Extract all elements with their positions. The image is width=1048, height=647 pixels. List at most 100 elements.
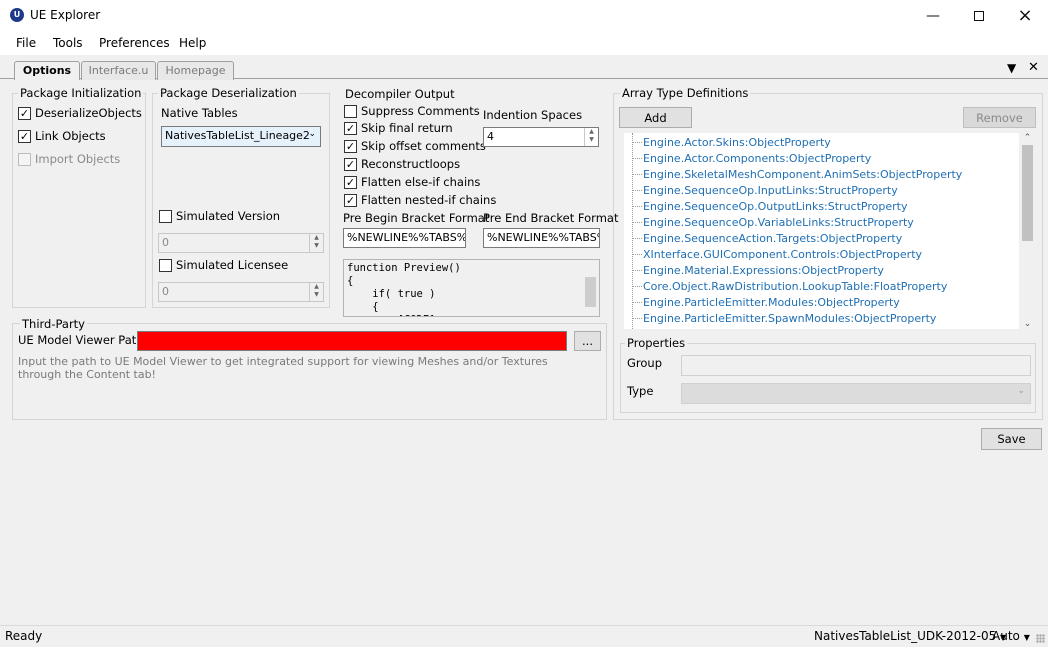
- add-button[interactable]: Add: [619, 107, 692, 128]
- group-input[interactable]: [681, 355, 1031, 376]
- array-defs-tree[interactable]: Engine.Actor.Skins:ObjectProperty Engine.…: [624, 133, 1036, 329]
- chevron-down-icon: ⌄: [308, 129, 316, 139]
- simulated-version-input[interactable]: 0 ▲ ▼: [158, 233, 324, 253]
- close-window-button[interactable]: ×: [1002, 0, 1048, 31]
- import-objects-checkbox[interactable]: [18, 153, 31, 166]
- tree-item[interactable]: Engine.SkeletalMeshComponent.AnimSets:Ob…: [632, 168, 962, 181]
- simulated-licensee-label: Simulated Licensee: [176, 258, 289, 272]
- scroll-up-icon[interactable]: ⌃: [1019, 133, 1036, 143]
- tree-item[interactable]: Engine.ParticleEmitter.Modules:ObjectPro…: [632, 296, 900, 309]
- model-viewer-path-input[interactable]: [137, 331, 567, 351]
- decompiler-legend: Decompiler Output: [343, 87, 457, 101]
- decompiler-option-checkbox[interactable]: [344, 105, 357, 118]
- preview-line: {: [347, 275, 354, 287]
- decompiler-option-checkbox[interactable]: ✓: [344, 140, 357, 153]
- decompiler-option-checkbox[interactable]: ✓: [344, 176, 357, 189]
- decompiler-option-checkbox[interactable]: ✓: [344, 194, 357, 207]
- browse-button[interactable]: ...: [574, 331, 601, 351]
- tree-item-label: Core.Object.RawDistribution.LookupTable:…: [643, 280, 948, 293]
- tree-connector: [632, 158, 642, 159]
- preview-line: [CODE]: [347, 314, 596, 316]
- scroll-down-icon[interactable]: ⌄: [1019, 319, 1036, 329]
- menu-file[interactable]: File: [16, 36, 36, 50]
- spin-arrows-icon[interactable]: ▲ ▼: [309, 234, 323, 252]
- tree-item-label: Engine.Actor.Components:ObjectProperty: [643, 152, 872, 165]
- indention-label: Indention Spaces: [483, 108, 583, 122]
- status-text: Ready: [5, 629, 43, 643]
- remove-button[interactable]: Remove: [963, 107, 1036, 128]
- native-table-status: NativesTableList_UDK-2012-05: [814, 629, 997, 643]
- tree-item[interactable]: Engine.SequenceOp.VariableLinks:StructPr…: [632, 216, 914, 229]
- tree-item[interactable]: Core.Object.RawDistribution.LookupTable:…: [632, 280, 947, 293]
- save-button[interactable]: Save: [981, 428, 1042, 450]
- app-logo-icon: U: [10, 8, 24, 22]
- decompiler-option-checkbox[interactable]: ✓: [344, 122, 357, 135]
- minimize-button[interactable]: —: [910, 0, 956, 31]
- tree-connector: [632, 254, 642, 255]
- tree-item[interactable]: XInterface.GUIComponent.Controls:ObjectP…: [632, 248, 922, 261]
- deserialize-objects-checkbox[interactable]: ✓: [18, 107, 31, 120]
- pre-begin-input[interactable]: %NEWLINE%%TABS%: [343, 228, 466, 248]
- simulated-version-checkbox[interactable]: [159, 210, 172, 223]
- type-select[interactable]: ⌄: [681, 383, 1031, 404]
- tree-connector: [632, 302, 642, 303]
- package-deser-legend: Package Deserialization: [158, 86, 299, 100]
- package-init-legend: Package Initialization: [18, 86, 144, 100]
- tab-menu-icon[interactable]: ▼: [1007, 61, 1016, 75]
- tree-item-label: Engine.SequenceOp.OutputLinks:StructProp…: [643, 200, 908, 213]
- title-bar: [0, 0, 1048, 31]
- maximize-button[interactable]: [956, 0, 1002, 31]
- tree-connector: [632, 318, 642, 319]
- tree-scrollbar[interactable]: ⌃ ⌄: [1019, 133, 1036, 329]
- tree-item[interactable]: Engine.Actor.Skins:ObjectProperty: [632, 136, 831, 149]
- package-init-group: [12, 93, 146, 308]
- model-viewer-hint: Input the path to UE Model Viewer to get…: [18, 355, 548, 381]
- tab-interface-u[interactable]: Interface.u: [81, 61, 156, 80]
- array-defs-legend: Array Type Definitions: [620, 86, 751, 100]
- resize-grip-icon[interactable]: [1036, 634, 1045, 643]
- pre-begin-label: Pre Begin Bracket Format: [343, 211, 490, 225]
- tab-options[interactable]: Options: [14, 61, 80, 80]
- tab-homepage[interactable]: Homepage: [157, 61, 234, 80]
- tree-item-label: XInterface.GUIComponent.Controls:ObjectP…: [643, 248, 923, 261]
- simulated-licensee-value: 0: [162, 285, 169, 298]
- preview-scroll-thumb[interactable]: [585, 277, 596, 307]
- window-title: UE Explorer: [30, 8, 101, 22]
- preview-line: {: [347, 301, 379, 313]
- tree-connector: [632, 142, 642, 143]
- simulated-licensee-checkbox[interactable]: [159, 259, 172, 272]
- tree-connector: [632, 174, 642, 175]
- simulated-licensee-input[interactable]: 0 ▲ ▼: [158, 282, 324, 302]
- menu-help[interactable]: Help: [179, 36, 206, 50]
- tree-item[interactable]: Engine.Actor.Components:ObjectProperty: [632, 152, 871, 165]
- tree-item[interactable]: Engine.ParticleEmitter.SpawnModules:Obje…: [632, 312, 936, 325]
- tab-close-icon[interactable]: ✕: [1028, 60, 1039, 75]
- native-table-dropdown[interactable]: NativesTableList_UDK-2012-05 ▼: [814, 629, 1006, 643]
- preview-scrollbar[interactable]: [583, 261, 598, 315]
- tree-item-label: Engine.ParticleEmitter.Modules:ObjectPro…: [643, 296, 900, 309]
- indention-value: 4: [487, 130, 494, 143]
- native-tables-value: NativesTableList_Lineage2: [165, 129, 310, 142]
- preview-line: function Preview(): [347, 262, 461, 274]
- tree-item[interactable]: Engine.Material.Expressions:ObjectProper…: [632, 264, 884, 277]
- tree-scroll-thumb[interactable]: [1022, 145, 1033, 241]
- tree-item[interactable]: Engine.SequenceOp.InputLinks:StructPrope…: [632, 184, 898, 197]
- native-tables-select[interactable]: NativesTableList_Lineage2 ⌄: [161, 126, 321, 147]
- link-objects-checkbox[interactable]: ✓: [18, 130, 31, 143]
- tree-item[interactable]: Engine.SequenceAction.Targets:ObjectProp…: [632, 232, 902, 245]
- decompiler-option-label: Reconstructloops: [361, 157, 461, 171]
- mode-dropdown[interactable]: Auto ▼: [992, 629, 1030, 643]
- menu-preferences[interactable]: Preferences: [99, 36, 170, 50]
- pre-end-label: Pre End Bracket Format: [483, 211, 619, 225]
- indention-input[interactable]: 4 ▲ ▼: [483, 127, 599, 147]
- chevron-down-icon: ⌄: [1017, 386, 1025, 396]
- tree-connector: [632, 206, 642, 207]
- mode-status: Auto: [992, 629, 1020, 643]
- pre-end-input[interactable]: %NEWLINE%%TABS%: [483, 228, 600, 248]
- spin-arrows-icon[interactable]: ▲ ▼: [309, 283, 323, 301]
- tree-item[interactable]: Engine.SequenceOp.OutputLinks:StructProp…: [632, 200, 907, 213]
- preview-textbox[interactable]: function Preview(){ if( true ) { [CODE]: [343, 259, 600, 317]
- decompiler-option-checkbox[interactable]: ✓: [344, 158, 357, 171]
- menu-tools[interactable]: Tools: [53, 36, 83, 50]
- spin-arrows-icon[interactable]: ▲ ▼: [584, 128, 598, 146]
